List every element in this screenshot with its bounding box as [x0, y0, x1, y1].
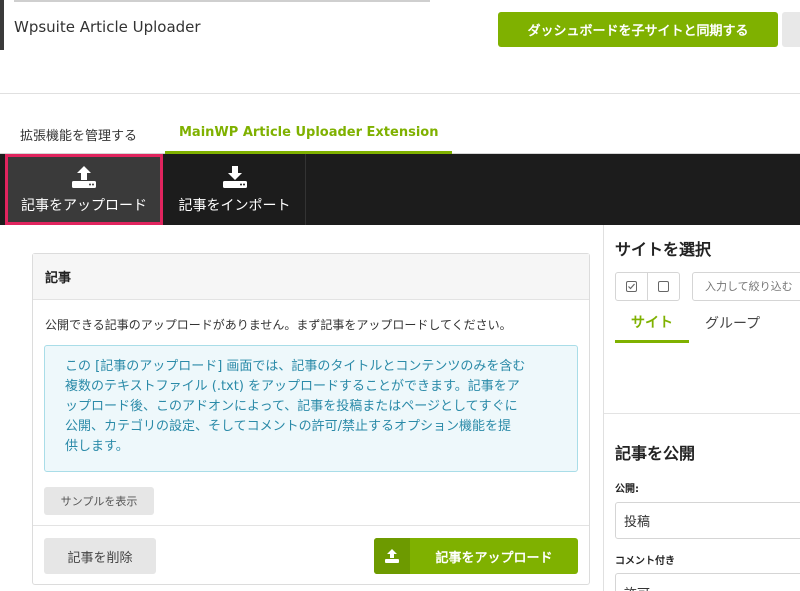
- site-filter-input[interactable]: [692, 272, 800, 301]
- panel-divider: [604, 413, 800, 414]
- header-divider: [0, 93, 800, 94]
- info-line: ップロード後、このアドオンによって、記事を投稿またはページとしてすぐに: [65, 399, 518, 414]
- delete-articles-button[interactable]: 記事を削除: [44, 538, 156, 574]
- articles-card: 記事 公開できる記事のアップロードがありません。まず記事をアップロードしてくださ…: [32, 253, 590, 585]
- publish-articles-title: 記事を公開: [615, 444, 696, 463]
- select-sites-title: サイトを選択: [615, 240, 712, 259]
- comment-label: コメント付き: [615, 556, 675, 567]
- articles-card-title: 記事: [33, 254, 589, 300]
- upload-icon: [374, 538, 410, 574]
- top-edge-bar: [14, 0, 430, 2]
- public-label: 公開:: [615, 484, 639, 495]
- tab-groups[interactable]: グループ: [705, 303, 760, 343]
- select-all-checkbox[interactable]: [615, 272, 648, 301]
- info-box: この [記事のアップロード] 画面では、記事のタイトルとコンテンツのみを含む 複…: [44, 345, 578, 472]
- tab-sites[interactable]: サイト: [615, 303, 689, 343]
- secondary-header-button[interactable]: [782, 12, 800, 47]
- upload-articles-button[interactable]: 記事をアップロード: [374, 538, 578, 574]
- sync-dashboard-button[interactable]: ダッシュボードを子サイトと同期する: [498, 12, 778, 47]
- info-line: 公開、カテゴリの設定、そしてコメントの許可/禁止するオプション機能を提: [65, 419, 511, 434]
- post-type-select[interactable]: 投稿: [615, 502, 800, 539]
- upload-articles-label: 記事をアップロード: [435, 550, 553, 566]
- extension-tabs: 拡張機能を管理する MainWP Article Uploader Extens…: [0, 114, 800, 154]
- comment-status-select[interactable]: 許可: [615, 573, 800, 591]
- toolbar-upload-articles[interactable]: 記事をアップロード: [5, 154, 163, 225]
- card-footer-divider: [33, 525, 589, 526]
- toolbar-upload-label: 記事をアップロード: [21, 197, 147, 214]
- checked-box-icon: [626, 281, 637, 292]
- upload-icon: [72, 165, 96, 188]
- action-toolbar: 記事をアップロード 記事をインポート: [0, 154, 800, 225]
- toolbar-import-articles[interactable]: 記事をインポート: [164, 154, 306, 225]
- site-title: Wpsuite Article Uploader: [14, 18, 201, 36]
- info-line: 複数のテキストファイル (.txt) をアップロードすることができます。記事をア: [65, 379, 520, 394]
- window-edge: [0, 0, 4, 50]
- empty-box-icon: [658, 281, 669, 292]
- toolbar-import-label: 記事をインポート: [178, 197, 291, 214]
- show-sample-button[interactable]: サンプルを表示: [44, 487, 154, 515]
- tab-manage-extensions[interactable]: 拡張機能を管理する: [20, 114, 137, 154]
- info-line: 供します。: [65, 439, 129, 454]
- sidebar-divider: [603, 225, 604, 591]
- deselect-all-checkbox[interactable]: [647, 272, 680, 301]
- download-icon: [222, 165, 247, 188]
- info-line: この [記事のアップロード] 画面では、記事のタイトルとコンテンツのみを含む: [65, 359, 526, 374]
- empty-articles-message: 公開できる記事のアップロードがありません。まず記事をアップロードしてください。: [45, 318, 512, 332]
- tab-article-uploader[interactable]: MainWP Article Uploader Extension: [165, 114, 453, 154]
